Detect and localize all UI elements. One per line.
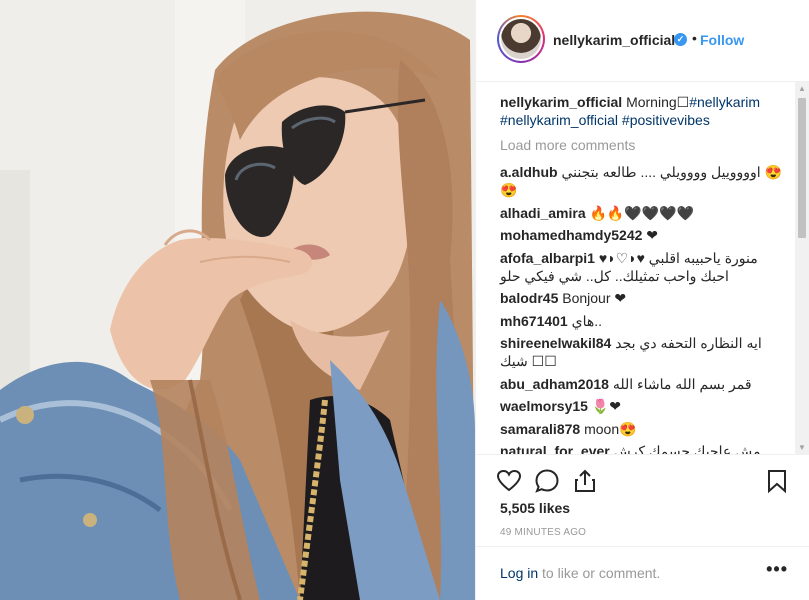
scroll-down-arrow-icon[interactable]: ▼ — [795, 441, 809, 455]
comment-item: natural_for_ever مش عاجبك جسمك كرش وزوائ… — [500, 442, 790, 454]
comment-text: Bonjour ❤ — [562, 290, 627, 306]
comment-item: balodr45 Bonjour ❤ — [500, 289, 790, 307]
post-timestamp[interactable]: 49 MINUTES AGO — [500, 527, 586, 538]
login-footer: Log in to like or comment. ••• — [476, 546, 809, 600]
load-more-comments-button[interactable]: Load more comments — [500, 137, 790, 153]
selfie-illustration — [0, 0, 475, 600]
post-photo[interactable] — [0, 0, 475, 600]
post-caption: nellykarim_official Morning☐#nellykarim … — [500, 93, 790, 129]
instagram-post: nellykarim_official ✓ • Follow nellykari… — [0, 0, 809, 600]
comment-username[interactable]: balodr45 — [500, 290, 558, 306]
comment-item: abu_adham2018 قمر بسم الله ماشاء الله — [500, 375, 790, 393]
comment-text: 🌷❤ — [591, 398, 622, 414]
comment-text: 🔥🔥🖤🖤🖤🖤 — [589, 204, 695, 221]
scroll-up-arrow-icon[interactable]: ▲ — [795, 82, 809, 96]
comment-text: هاي.. — [571, 312, 602, 329]
comment-item: alhadi_amira 🔥🔥🖤🖤🖤🖤 — [500, 204, 790, 222]
header-separator: • — [692, 30, 697, 46]
post-side-panel: nellykarim_official ✓ • Follow nellykari… — [475, 0, 809, 600]
comment-item: shireenelwakil84 ايه النظاره التحفه دي ب… — [500, 334, 790, 370]
login-prompt: Log in to like or comment. — [500, 565, 660, 581]
heart-icon[interactable] — [496, 468, 522, 494]
comments-list[interactable]: nellykarim_official Morning☐#nellykarim … — [476, 82, 809, 455]
comment-item: afofa_albarpi1 منورة ياحبيبه اقلبي ♥◗♡◗♥… — [500, 249, 790, 285]
comment-text: قمر بسم الله ماشاء الله — [612, 375, 752, 392]
caption-username[interactable]: nellykarim_official — [500, 94, 622, 110]
comment-item: samarali878 moon😍 — [500, 420, 790, 438]
more-options-icon[interactable]: ••• — [766, 559, 788, 580]
bookmark-icon[interactable] — [764, 468, 790, 494]
comment-username[interactable]: mh671401 — [500, 313, 568, 329]
share-icon[interactable] — [572, 468, 598, 494]
caption-text: Morning☐ — [626, 94, 690, 110]
comment-username[interactable]: abu_adham2018 — [500, 376, 609, 392]
login-link[interactable]: Log in — [500, 565, 538, 581]
likes-count[interactable]: 5,505 likes — [500, 500, 570, 516]
verified-badge-icon: ✓ — [674, 33, 687, 46]
hashtag-link[interactable]: #positivevibes — [622, 112, 710, 128]
comment-username[interactable]: waelmorsy15 — [500, 398, 588, 414]
comment-item: waelmorsy15 🌷❤ — [500, 397, 790, 415]
comment-text: moon😍 — [584, 420, 637, 437]
comment-username[interactable]: alhadi_amira — [500, 205, 586, 221]
hashtag-link[interactable]: #nellykarim — [689, 94, 760, 110]
comment-username[interactable]: natural_for_ever — [500, 443, 610, 454]
comment-item: mohamedhamdy5242 ❤ — [500, 226, 790, 244]
comment-username[interactable]: afofa_albarpi1 — [500, 250, 595, 266]
avatar-story-ring[interactable] — [497, 15, 545, 63]
comments-scrollbar[interactable]: ▲ ▼ — [795, 82, 809, 455]
header-username[interactable]: nellykarim_official — [553, 32, 675, 48]
comment-icon[interactable] — [534, 468, 560, 494]
comment-username[interactable]: samarali878 — [500, 421, 580, 437]
comments-content: nellykarim_official Morning☐#nellykarim … — [476, 82, 809, 454]
comment-username[interactable]: shireenelwakil84 — [500, 335, 611, 351]
scrollbar-thumb[interactable] — [798, 98, 806, 238]
comment-username[interactable]: mohamedhamdy5242 — [500, 227, 642, 243]
comment-item: mh671401 هاي.. — [500, 312, 790, 330]
login-prompt-text: to like or comment. — [538, 565, 661, 581]
comment-text: ❤ — [646, 227, 659, 243]
avatar[interactable] — [501, 19, 541, 59]
comment-username[interactable]: a.aldhub — [500, 164, 558, 180]
avatar-frame — [499, 17, 543, 61]
follow-button[interactable]: Follow — [700, 32, 744, 48]
comment-item: a.aldhub اووووييل وووويلي .... طالعه بتج… — [500, 163, 790, 199]
post-actions — [476, 455, 809, 505]
hashtag-link[interactable]: #nellykarim_official — [500, 112, 618, 128]
post-header: nellykarim_official ✓ • Follow — [476, 0, 809, 82]
